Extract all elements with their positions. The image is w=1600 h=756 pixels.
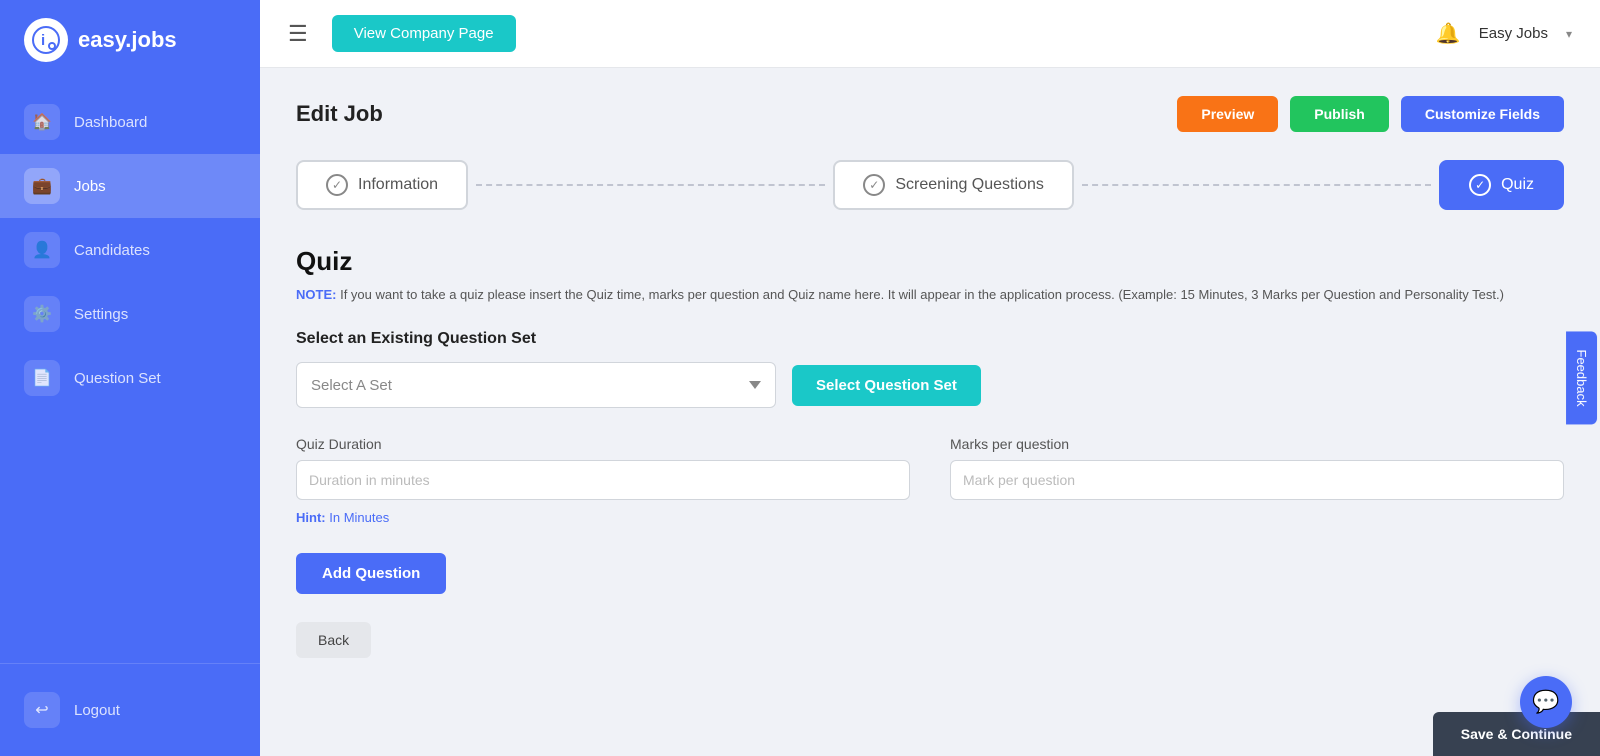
duration-input[interactable] xyxy=(296,460,910,500)
hamburger-icon[interactable]: ☰ xyxy=(288,21,308,47)
edit-job-title: Edit Job xyxy=(296,101,383,127)
marks-label: Marks per question xyxy=(950,436,1564,452)
sidebar-item-label: Question Set xyxy=(74,370,161,387)
duration-field-group: Quiz Duration xyxy=(296,436,910,500)
content-area: Edit Job Preview Publish Customize Field… xyxy=(260,68,1600,756)
step-dots-1 xyxy=(476,184,825,186)
logout-label: Logout xyxy=(74,702,120,719)
sidebar-item-label: Jobs xyxy=(74,178,106,195)
question-set-select[interactable]: Select A Set xyxy=(296,362,776,408)
sidebar-item-label: Candidates xyxy=(74,242,150,259)
feedback-button[interactable]: Feedback xyxy=(1566,331,1597,424)
dashboard-icon: 🏠 xyxy=(24,104,60,140)
chevron-down-icon[interactable]: ▾ xyxy=(1566,27,1572,41)
question-set-icon: 📄 xyxy=(24,360,60,396)
user-name: Easy Jobs xyxy=(1479,25,1548,42)
step-check-information: ✓ xyxy=(326,174,348,196)
save-continue-button[interactable]: Save & Continue xyxy=(1433,712,1600,756)
bottom-buttons: Back xyxy=(296,622,1564,658)
logo: i easy.jobs xyxy=(0,0,260,80)
sidebar-item-dashboard[interactable]: 🏠 Dashboard xyxy=(0,90,260,154)
steps-container: ✓ Information ✓ Screening Questions ✓ Qu… xyxy=(296,160,1564,210)
hint-value: In Minutes xyxy=(329,510,389,525)
feedback-container: Feedback xyxy=(1566,331,1597,424)
view-company-button[interactable]: View Company Page xyxy=(332,15,516,52)
quiz-title: Quiz xyxy=(296,246,1564,277)
duration-label: Quiz Duration xyxy=(296,436,910,452)
edit-job-header: Edit Job Preview Publish Customize Field… xyxy=(296,96,1564,132)
sidebar: i easy.jobs 🏠 Dashboard 💼 Jobs 👤 Candida… xyxy=(0,0,260,756)
sidebar-item-jobs[interactable]: 💼 Jobs xyxy=(0,154,260,218)
quiz-note: NOTE: If you want to take a quiz please … xyxy=(296,287,1564,302)
svg-text:i: i xyxy=(41,32,45,49)
fields-row: Quiz Duration Marks per question xyxy=(296,436,1564,500)
marks-field-group: Marks per question xyxy=(950,436,1564,500)
hint-text: Hint: In Minutes xyxy=(296,510,1564,525)
sidebar-item-logout[interactable]: ↩ Logout xyxy=(0,678,260,742)
sidebar-nav: 🏠 Dashboard 💼 Jobs 👤 Candidates ⚙️ Setti… xyxy=(0,80,260,663)
select-row: Select A Set Select Question Set xyxy=(296,362,1564,408)
chat-icon: 💬 xyxy=(1532,689,1559,715)
back-button[interactable]: Back xyxy=(296,622,371,658)
hint-label: Hint: xyxy=(296,510,326,525)
topbar-right: 🔔 Easy Jobs ▾ xyxy=(1436,21,1572,46)
add-question-button[interactable]: Add Question xyxy=(296,553,446,594)
step-screening[interactable]: ✓ Screening Questions xyxy=(833,160,1074,210)
sidebar-item-settings[interactable]: ⚙️ Settings xyxy=(0,282,260,346)
step-label-quiz: Quiz xyxy=(1501,176,1534,194)
logo-text: easy.jobs xyxy=(78,27,177,53)
candidates-icon: 👤 xyxy=(24,232,60,268)
chat-button[interactable]: 💬 xyxy=(1520,676,1572,728)
sidebar-item-question-set[interactable]: 📄 Question Set xyxy=(0,346,260,410)
customize-fields-button[interactable]: Customize Fields xyxy=(1401,96,1564,132)
preview-button[interactable]: Preview xyxy=(1177,96,1278,132)
sidebar-item-label: Settings xyxy=(74,306,128,323)
main-content: ☰ View Company Page 🔔 Easy Jobs ▾ Edit J… xyxy=(260,0,1600,756)
select-question-set-button[interactable]: Select Question Set xyxy=(792,365,981,406)
sidebar-item-label: Dashboard xyxy=(74,114,147,131)
sidebar-bottom: ↩ Logout xyxy=(0,663,260,756)
topbar: ☰ View Company Page 🔔 Easy Jobs ▾ xyxy=(260,0,1600,68)
step-check-screening: ✓ xyxy=(863,174,885,196)
header-buttons: Preview Publish Customize Fields xyxy=(1177,96,1564,132)
logout-icon: ↩ xyxy=(24,692,60,728)
step-quiz[interactable]: ✓ Quiz xyxy=(1439,160,1564,210)
logo-icon: i xyxy=(24,18,68,62)
step-information[interactable]: ✓ Information xyxy=(296,160,468,210)
bell-icon[interactable]: 🔔 xyxy=(1436,21,1461,46)
step-label-information: Information xyxy=(358,176,438,194)
settings-icon: ⚙️ xyxy=(24,296,60,332)
note-label: NOTE: xyxy=(296,287,336,302)
sidebar-item-candidates[interactable]: 👤 Candidates xyxy=(0,218,260,282)
publish-button[interactable]: Publish xyxy=(1290,96,1389,132)
step-label-screening: Screening Questions xyxy=(895,176,1044,194)
marks-input[interactable] xyxy=(950,460,1564,500)
jobs-icon: 💼 xyxy=(24,168,60,204)
note-text: If you want to take a quiz please insert… xyxy=(340,287,1504,302)
step-dots-2 xyxy=(1082,184,1431,186)
select-section-label: Select an Existing Question Set xyxy=(296,330,1564,348)
step-check-quiz: ✓ xyxy=(1469,174,1491,196)
